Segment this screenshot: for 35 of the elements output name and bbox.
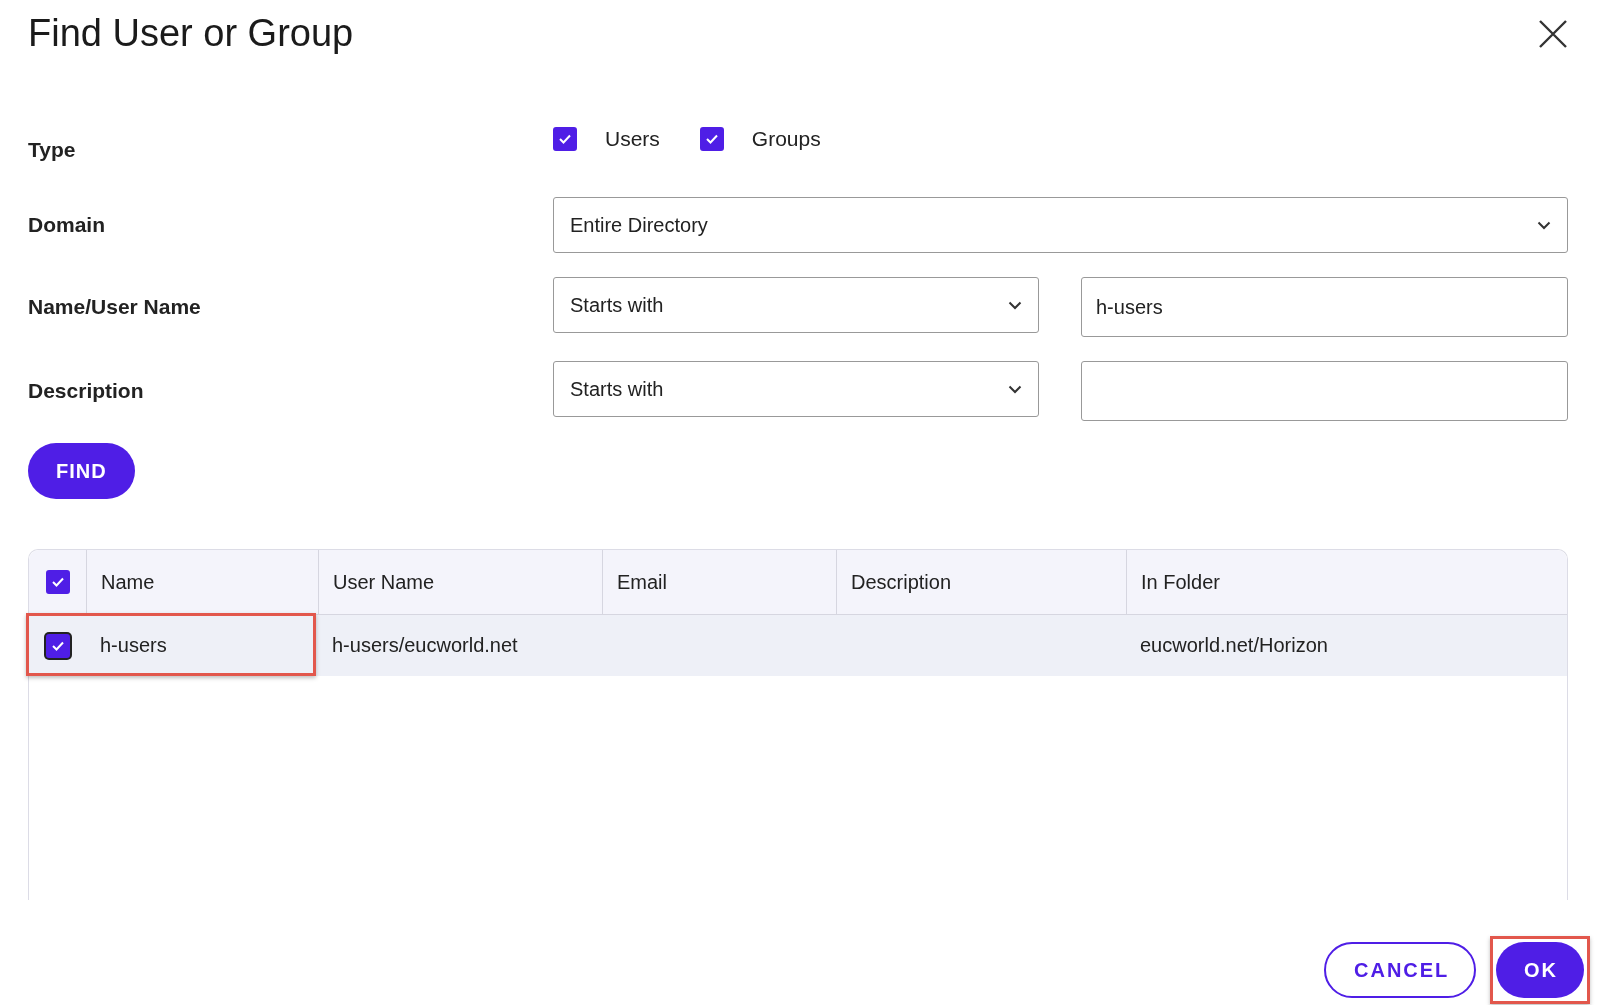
check-icon [50, 575, 65, 589]
table-cell-text: h-users/eucworld.net [331, 633, 519, 658]
table-cell-text: eucworld.net/Horizon [1139, 633, 1329, 658]
chevron-down-icon [1008, 384, 1022, 394]
checkbox[interactable] [699, 127, 724, 151]
field-label: Description [28, 379, 145, 403]
checkbox-label: Groups [751, 127, 821, 151]
column-header[interactable]: Name [86, 550, 318, 614]
field-label: Domain [28, 213, 106, 237]
field-label: Type [28, 138, 77, 162]
chevron-down-icon [1537, 220, 1551, 230]
dialog-button[interactable]: CANCEL [1324, 942, 1476, 998]
column-header[interactable]: Description [836, 550, 1126, 614]
check-icon [558, 132, 572, 146]
column-header[interactable]: In Folder [1126, 550, 1567, 614]
table-cell-text: h-users [99, 633, 168, 658]
column-header[interactable]: User Name [318, 550, 602, 614]
chevron-down-icon [1008, 300, 1022, 310]
description-input-field[interactable] [1081, 361, 1568, 421]
operator-dropdown[interactable]: Starts with [553, 361, 1039, 417]
field-label: Name/User Name [28, 295, 202, 319]
name-input-field[interactable]: h-users [1081, 277, 1568, 337]
dialog-title: Find User or Group [28, 12, 354, 55]
find-button[interactable]: FIND [28, 443, 135, 499]
select-all-checkbox[interactable] [45, 570, 70, 594]
domain-dropdown[interactable]: Entire Directory [553, 197, 1568, 253]
operator-dropdown[interactable]: Starts with [553, 277, 1039, 333]
close-icon[interactable] [1538, 18, 1568, 49]
dialog-button[interactable]: OK [1496, 942, 1584, 998]
column-header[interactable]: Email [602, 550, 836, 614]
check-icon [704, 132, 719, 146]
table-row[interactable]: h-users h-users/eucworld.net eucworld.net/Horizon [29, 615, 1567, 676]
row-checkbox[interactable] [45, 633, 70, 658]
checkbox-label: Users [605, 127, 660, 151]
checkbox[interactable] [553, 127, 577, 151]
